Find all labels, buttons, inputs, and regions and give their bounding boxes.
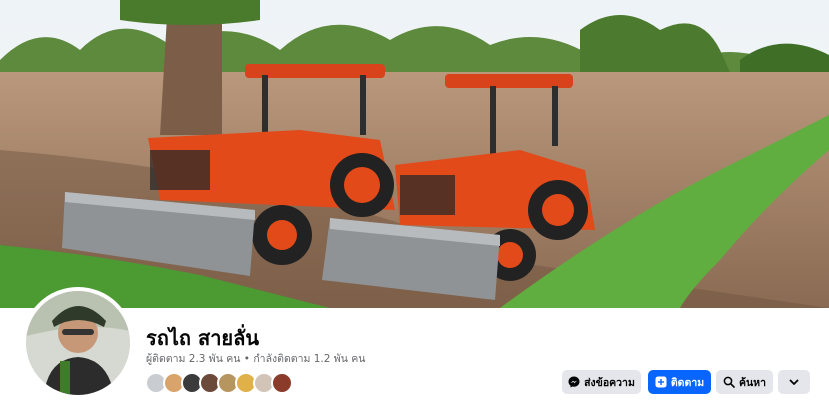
profile-stats: ผู้ติดตาม 2.3 พัน คน • กำลังติดตาม 1.2 พ…	[146, 350, 365, 367]
follow-icon	[655, 376, 667, 388]
follow-button-label: ติดตาม	[670, 376, 705, 389]
profile-avatar[interactable]	[22, 287, 134, 399]
avatar-image	[26, 291, 130, 395]
message-button[interactable]: ส่งข้อความ	[562, 370, 641, 394]
search-button-label: ค้นหา	[738, 376, 767, 389]
messenger-icon	[568, 376, 580, 388]
cover-image	[0, 0, 829, 308]
follower-avatars	[145, 372, 293, 394]
following-count[interactable]: กำลังติดตาม 1.2 พัน คน	[253, 353, 365, 365]
search-button[interactable]: ค้นหา	[716, 370, 773, 394]
more-options-button[interactable]	[778, 370, 810, 394]
search-icon	[723, 376, 735, 388]
chevron-down-icon	[789, 379, 799, 385]
cover-photo[interactable]	[0, 0, 829, 308]
profile-page: รถไถ สายลั่น ผู้ติดตาม 2.3 พัน คน • กำลั…	[0, 0, 829, 414]
follower-avatar[interactable]	[271, 372, 293, 394]
followers-count[interactable]: ผู้ติดตาม 2.3 พัน คน	[146, 353, 240, 365]
follow-button[interactable]: ติดตาม	[648, 370, 711, 394]
message-button-label: ส่งข้อความ	[584, 376, 635, 389]
stats-separator: •	[240, 353, 254, 365]
